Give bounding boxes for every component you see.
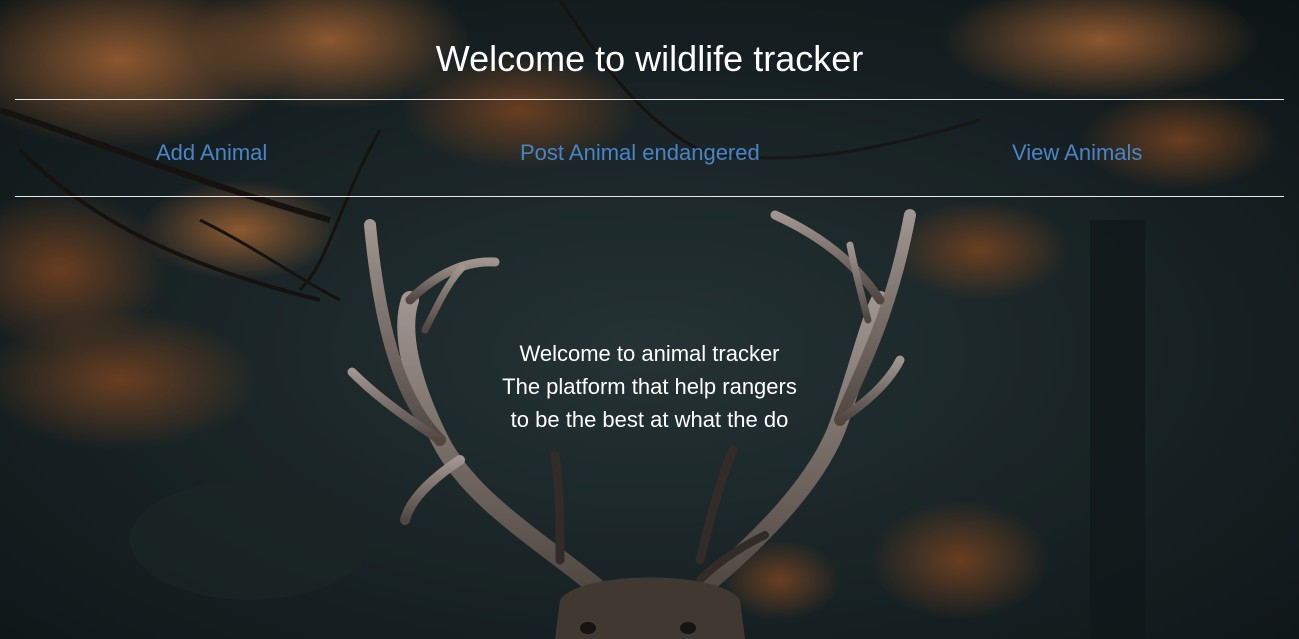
background-photo bbox=[0, 0, 1299, 639]
nav-link-view-animals[interactable]: View Animals bbox=[1012, 139, 1142, 167]
header-divider-bottom bbox=[15, 196, 1284, 197]
page-title: Welcome to wildlife tracker bbox=[435, 38, 864, 79]
hero-line-platform: The platform that help rangers bbox=[502, 374, 797, 399]
hero-text: Welcome to animal tracker The platform t… bbox=[0, 337, 1299, 436]
header-divider-top bbox=[15, 99, 1284, 100]
hero-line-welcome: Welcome to animal tracker bbox=[519, 341, 780, 366]
nav-link-add-animal[interactable]: Add Animal bbox=[156, 139, 267, 167]
nav-link-post-animal-endangered[interactable]: Post Animal endangered bbox=[520, 139, 760, 167]
hero-line-best: to be the best at what the do bbox=[510, 407, 789, 432]
